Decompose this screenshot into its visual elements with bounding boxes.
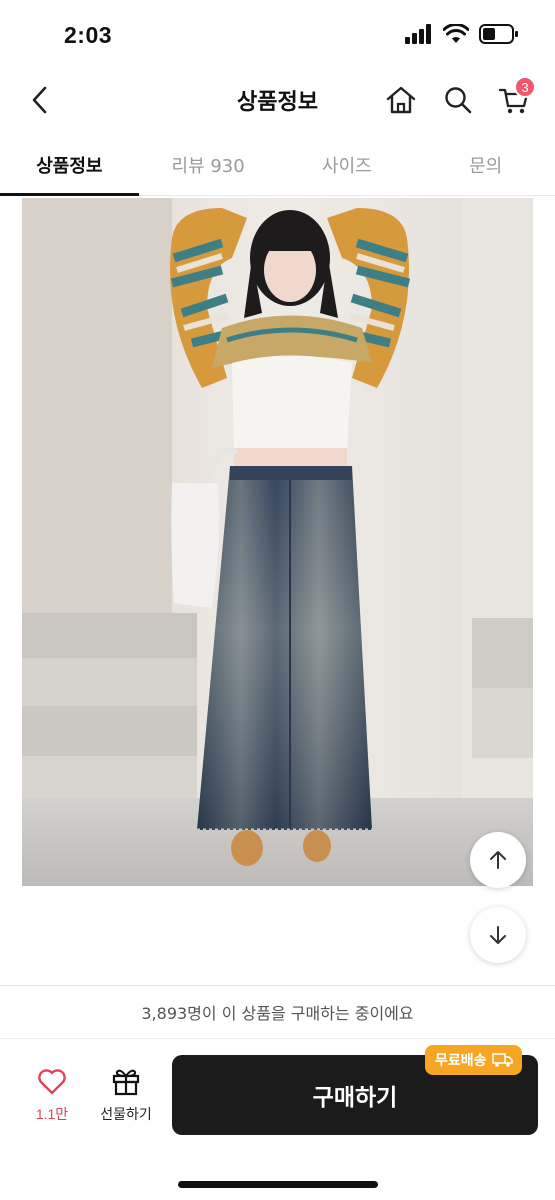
arrow-up-icon: [490, 851, 506, 869]
wifi-icon: [443, 24, 469, 43]
status-icons: [405, 24, 519, 44]
tab-size[interactable]: 사이즈: [278, 138, 417, 195]
search-icon: [445, 87, 472, 114]
gift-icon: [112, 1069, 140, 1096]
like-count: 1.1만: [35, 1106, 69, 1122]
tab-reviews[interactable]: 리뷰 930: [139, 138, 278, 195]
free-shipping-label: 무료배송: [435, 1053, 487, 1069]
purchase-notice: 3,893명이 이 상품을 구매하는 중이에요: [141, 1004, 414, 1023]
status-bar: 2:03: [0, 0, 555, 72]
gift-button[interactable]: 선물하기: [88, 1066, 164, 1124]
divider: [0, 985, 555, 986]
header: 상품정보 3: [0, 72, 555, 128]
cart-button[interactable]: 3: [494, 76, 536, 120]
battery-icon: [479, 24, 518, 44]
signal-icon: [405, 24, 431, 44]
tab-product-info[interactable]: 상품정보: [0, 138, 139, 196]
scroll-down-button[interactable]: [470, 907, 526, 963]
product-image: [22, 198, 533, 886]
scroll-up-button[interactable]: [470, 832, 526, 888]
truck-icon: [491, 1053, 513, 1067]
like-button[interactable]: 1.1만: [24, 1068, 80, 1124]
home-icon: [386, 86, 416, 114]
buy-label: 구매하기: [312, 1085, 398, 1111]
tab-inquiry[interactable]: 문의: [416, 138, 555, 195]
divider: [0, 1038, 555, 1039]
gift-label: 선물하기: [100, 1107, 152, 1123]
arrow-down-icon: [490, 926, 506, 944]
home-button[interactable]: [381, 80, 421, 120]
tab-bar: 상품정보 리뷰 930 사이즈 문의: [0, 138, 555, 196]
search-button[interactable]: [438, 80, 478, 120]
home-indicator: [178, 1181, 378, 1188]
free-shipping-badge: 무료배송: [425, 1045, 522, 1075]
heart-icon: [38, 1069, 66, 1095]
cart-count-badge: 3: [514, 76, 536, 98]
status-time: 2:03: [64, 22, 113, 48]
product-photo: [22, 198, 533, 886]
